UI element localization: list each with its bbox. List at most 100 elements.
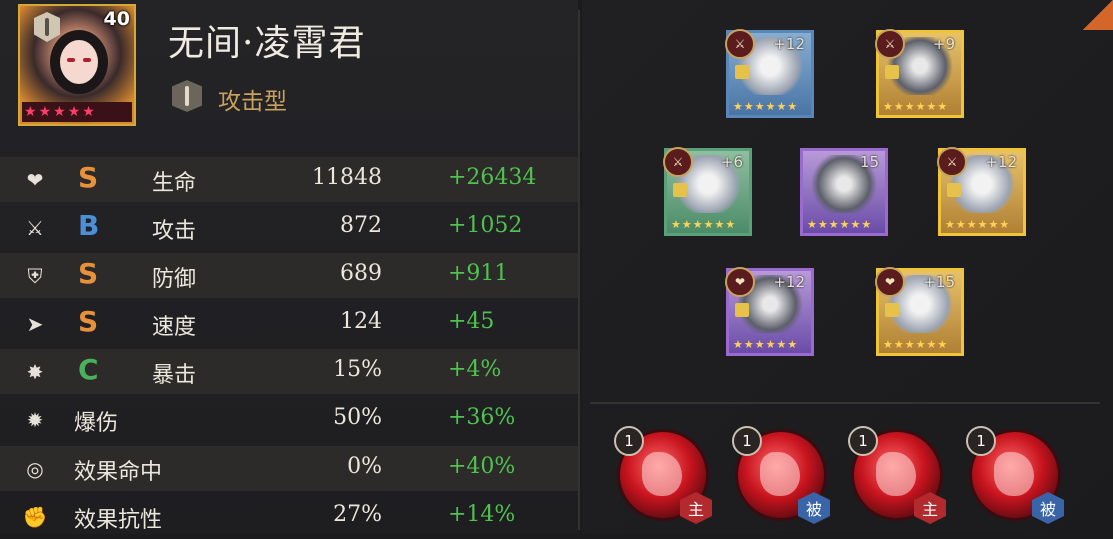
stat-name: 速度	[152, 315, 197, 340]
star-icon: ★	[817, 218, 828, 231]
artifact-slot[interactable]: 15 ★ ★ ★ ★ ★ ★	[800, 148, 888, 236]
heart-icon: ❤	[26, 168, 44, 192]
stat-base-value: 872	[340, 213, 382, 238]
ring-slot[interactable]: ❤ +12 ★ ★ ★ ★ ★ ★	[725, 267, 814, 356]
star-icon: ★	[681, 218, 692, 231]
helmet-slot[interactable]: ⚔ +6 ★ ★ ★ ★ ★ ★	[663, 147, 752, 236]
star-icon: ★	[828, 218, 839, 231]
lock-icon	[947, 183, 961, 197]
stat-base-value: 27%	[333, 502, 382, 527]
skill-art	[642, 452, 682, 496]
hero-star-rating: ★ ★ ★ ★ ★	[22, 102, 132, 122]
skill-icon[interactable]: 1被	[966, 426, 1064, 524]
star-icon: ★	[839, 218, 850, 231]
star-icon: ★	[703, 218, 714, 231]
star-icon: ★	[807, 218, 817, 231]
lock-icon	[885, 65, 899, 79]
skill-icon[interactable]: 1被	[732, 426, 830, 524]
star-icon: ★	[926, 338, 937, 351]
stat-bonus-value: +14%	[448, 502, 516, 527]
stat-base-value: 15%	[333, 357, 382, 382]
star-icon: ★	[883, 100, 893, 113]
stat-name: 攻击	[152, 219, 197, 244]
stat-row: ✊ 效果抗性 27% +14%	[0, 494, 578, 539]
star-icon: ★	[966, 218, 977, 231]
enhance-level: +12	[773, 273, 805, 291]
star-icon: ★	[776, 338, 787, 351]
stat-bonus-value: +45	[448, 309, 495, 334]
stat-grade: S	[78, 161, 99, 194]
skill-level: 1	[848, 426, 878, 456]
stat-grade: B	[78, 209, 100, 242]
stat-row: ➤ S 速度 124 +45	[0, 301, 578, 346]
set-tag-icon: ⚔	[663, 147, 693, 177]
star-icon: ★	[850, 218, 861, 231]
skill-art	[994, 452, 1034, 496]
star-icon: ★	[945, 218, 955, 231]
star-icon: ★	[915, 338, 926, 351]
armor-slot[interactable]: ⚔ +9 ★ ★ ★ ★ ★ ★	[875, 29, 964, 118]
star-icon: ★	[937, 338, 948, 351]
sword-icon: ⚔	[26, 216, 44, 240]
stat-name: 效果抗性	[74, 508, 163, 533]
set-tag-icon: ⚔	[725, 29, 755, 59]
stat-name: 爆伤	[74, 411, 119, 436]
boots-slot[interactable]: ⚔ +12 ★ ★ ★ ★ ★ ★	[937, 147, 1026, 236]
equipment-stars: ★ ★ ★ ★ ★ ★	[883, 339, 947, 350]
corner-decoration	[1083, 0, 1113, 30]
stat-name: 生命	[152, 171, 197, 196]
star-icon: ★	[776, 100, 787, 113]
hero-type-label: 攻击型	[218, 89, 287, 115]
hero-level: 40	[103, 8, 130, 30]
star-icon: ★	[53, 104, 66, 120]
skill-icon[interactable]: 1主	[848, 426, 946, 524]
set-tag-icon: ❤	[725, 267, 755, 297]
set-tag-icon: ⚔	[875, 29, 905, 59]
star-icon: ★	[714, 218, 725, 231]
hero-portrait[interactable]: 40 ★ ★ ★ ★ ★	[18, 4, 136, 126]
star-icon: ★	[915, 100, 926, 113]
stat-name: 效果命中	[74, 460, 163, 485]
stat-row: ❤ S 生命 11848 +26434	[0, 157, 578, 202]
star-icon: ★	[24, 104, 37, 120]
star-icon: ★	[754, 100, 765, 113]
target-icon: ◎	[26, 457, 44, 481]
enhance-level: +15	[923, 273, 955, 291]
hero-stats-panel: 40 ★ ★ ★ ★ ★ 无间·凌霄君 攻击型 ❤ S 生命 11848 +26434 ⚔ B 攻击 8…	[0, 0, 578, 534]
stat-base-value: 50%	[333, 405, 382, 430]
star-icon: ★	[861, 218, 872, 231]
stat-bonus-value: +911	[448, 261, 509, 286]
star-icon: ★	[937, 100, 948, 113]
equipment-stars: ★ ★ ★ ★ ★ ★	[945, 219, 1009, 230]
lock-icon	[885, 303, 899, 317]
enhance-level: +6	[720, 153, 743, 171]
crit-icon: ✸	[26, 360, 44, 384]
star-icon: ★	[988, 218, 999, 231]
crit-damage-icon: ✹	[26, 408, 44, 432]
skill-icon[interactable]: 1主	[614, 426, 712, 524]
star-icon: ★	[725, 218, 736, 231]
stat-base-value: 124	[340, 309, 382, 334]
star-icon: ★	[67, 104, 81, 120]
weapon-slot[interactable]: ⚔ +12 ★ ★ ★ ★ ★ ★	[725, 29, 814, 118]
skill-level: 1	[966, 426, 996, 456]
necklace-slot[interactable]: ❤ +15 ★ ★ ★ ★ ★ ★	[875, 267, 964, 356]
star-icon: ★	[883, 338, 893, 351]
star-icon: ★	[743, 338, 754, 351]
star-icon: ★	[38, 104, 52, 120]
stat-name: 防御	[152, 267, 197, 292]
star-icon: ★	[955, 218, 966, 231]
equipment-stars: ★ ★ ★ ★ ★ ★	[807, 219, 871, 230]
equipment-stars: ★ ★ ★ ★ ★ ★	[883, 101, 947, 112]
star-icon: ★	[765, 100, 776, 113]
lock-icon	[735, 303, 749, 317]
star-icon: ★	[787, 100, 798, 113]
equipment-stars: ★ ★ ★ ★ ★ ★	[671, 219, 735, 230]
stat-bonus-value: +40%	[448, 454, 516, 479]
stat-bonus-value: +4%	[448, 357, 502, 382]
skill-level: 1	[732, 426, 762, 456]
skill-level: 1	[614, 426, 644, 456]
lock-icon	[735, 65, 749, 79]
stat-base-value: 0%	[347, 454, 382, 479]
stat-base-value: 689	[340, 261, 382, 286]
